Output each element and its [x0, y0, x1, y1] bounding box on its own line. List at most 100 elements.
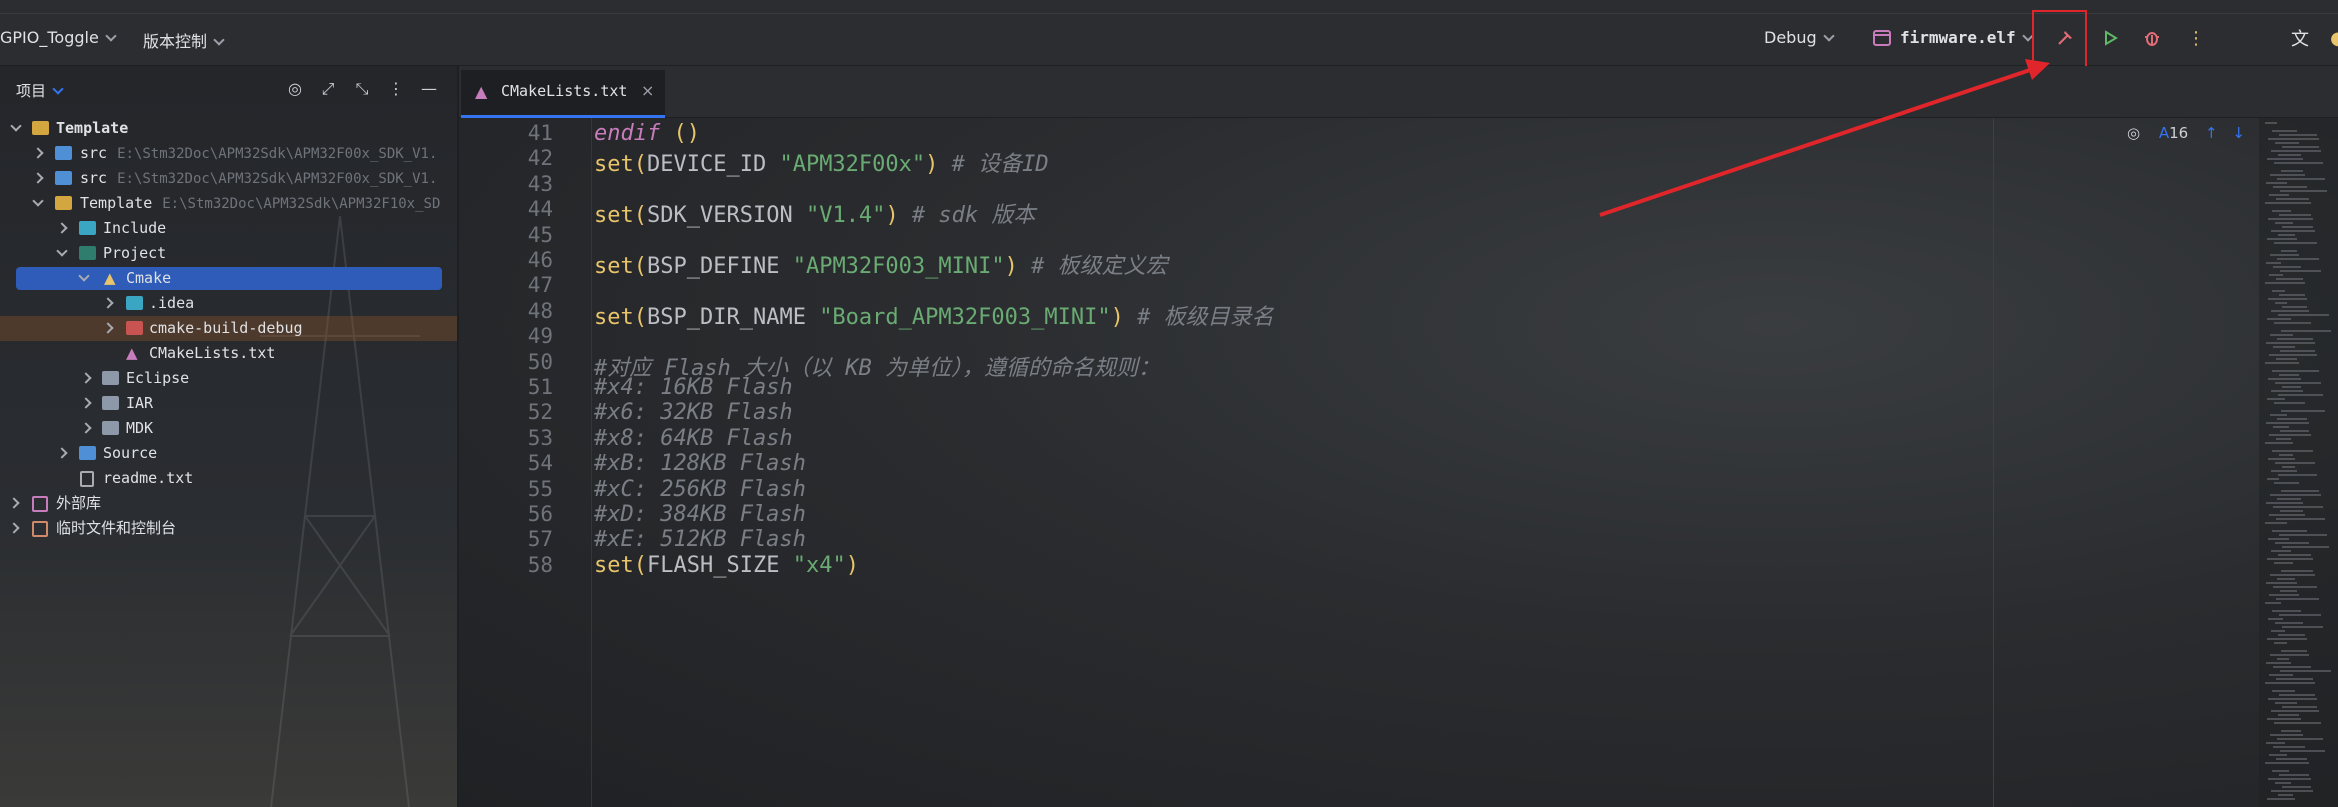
translate-icon[interactable]: 文: [2288, 26, 2312, 50]
minimap-line: [2276, 438, 2291, 440]
minimap-line: [2277, 258, 2319, 260]
minimap-line: [2269, 594, 2299, 596]
minimap-line: [2280, 270, 2321, 272]
minimap-line: [2270, 494, 2321, 496]
minimap-line: [2266, 262, 2281, 264]
expand-all-icon[interactable]: ⤢: [317, 78, 339, 100]
collapsed-arrow-icon: [32, 172, 44, 184]
minimap-line: [2279, 454, 2293, 456]
minimap-line: [2279, 374, 2299, 376]
folder-icon: [32, 121, 49, 135]
collapsed-arrow-icon: [80, 397, 92, 409]
module-folder-icon: [55, 171, 72, 185]
inspection-widget[interactable]: ◎ A16 ↑ ↓: [2127, 124, 2245, 142]
expanded-arrow-icon: [32, 195, 44, 207]
tab-label: CMakeLists.txt: [501, 82, 628, 100]
tree-item-mdk[interactable]: MDK: [0, 416, 457, 441]
minimap-line: [2269, 274, 2283, 276]
account-icon[interactable]: ●: [2326, 26, 2338, 50]
tree-item-label: 临时文件和控制台: [56, 519, 177, 537]
minimap-line: [2275, 222, 2293, 224]
tree-item-scratches[interactable]: 临时文件和控制台: [0, 516, 457, 541]
vcs-menu[interactable]: 版本控制: [143, 28, 225, 52]
minimap-line: [2278, 474, 2317, 476]
minimap-line: [2278, 634, 2305, 636]
run-config-selector[interactable]: Debug: [1764, 28, 1835, 47]
hide-panel-icon[interactable]: —: [418, 78, 440, 100]
minimap-line: [2273, 746, 2305, 748]
collapse-all-icon[interactable]: ⤡: [351, 78, 373, 100]
tree-item-src[interactable]: src E:\Stm32Doc\APM32Sdk\APM32F00x_SDK_V1…: [0, 166, 457, 191]
minimap-line: [2268, 538, 2289, 540]
tree-item-label: cmake-build-debug: [149, 319, 303, 337]
minimap-line: [2265, 122, 2277, 124]
minimap-line: [2278, 794, 2293, 796]
locate-target-icon[interactable]: ◎: [284, 78, 306, 100]
tree-item-readme[interactable]: readme.txt: [0, 466, 457, 491]
line-number: 48: [527, 298, 553, 323]
tree-item-eclipse[interactable]: Eclipse: [0, 366, 457, 391]
tree-item-project[interactable]: Project: [0, 241, 457, 266]
tree-item-source[interactable]: Source: [0, 441, 457, 466]
minimap-line: [2279, 134, 2317, 136]
code-line: set(BSP_DIR_NAME "Board_APM32F003_MINI")…: [594, 304, 1274, 330]
minimap-line: [2266, 662, 2291, 664]
minimap-line: [2278, 714, 2299, 716]
tree-item-iar[interactable]: IAR: [0, 391, 457, 416]
run-icon[interactable]: [2098, 26, 2122, 50]
minimap[interactable]: [2259, 118, 2338, 807]
code-line: #xC: 256KB Flash: [594, 476, 806, 502]
tree-item-template[interactable]: Template: [0, 116, 457, 141]
line-number: 54: [527, 451, 553, 476]
tree-item-label: Template: [56, 119, 129, 137]
chevron-down-icon: [213, 34, 225, 46]
minimap-line: [2280, 670, 2331, 672]
minimap-line: [2268, 458, 2295, 460]
minimap-line: [2272, 130, 2297, 132]
project-view-selector[interactable]: 项目: [16, 80, 64, 101]
minimap-line: [2281, 410, 2325, 412]
debug-bug-icon[interactable]: [2140, 26, 2164, 50]
collapsed-arrow-icon: [8, 497, 20, 509]
collapsed-arrow-icon: [8, 522, 20, 534]
minimap-line: [2265, 282, 2305, 284]
minimap-line: [2265, 602, 2281, 604]
minimap-line: [2280, 510, 2303, 512]
tree-item-template-module[interactable]: Template E:\Stm32Doc\APM32Sdk\APM32F10x_S…: [0, 191, 457, 216]
minimap-line: [2281, 650, 2307, 652]
project-panel: 项目 ◎ ⤢ ⤡ ⋮ — Template src E:\Stm32Doc\APM…: [0, 66, 458, 807]
tree-item-cmake-selected[interactable]: ▲ Cmake: [16, 266, 442, 291]
tree-item-label: Eclipse: [126, 369, 190, 387]
line-number: 43: [527, 171, 553, 196]
minimap-line: [2277, 338, 2313, 340]
tab-cmakelists[interactable]: ▲ CMakeLists.txt ×: [461, 70, 665, 118]
tree-item-cmake-build-debug[interactable]: cmake-build-debug: [0, 316, 457, 341]
code-line: set(FLASH_SIZE "x4"): [594, 552, 859, 578]
minimap-line: [2265, 202, 2311, 204]
folder-icon: [79, 246, 96, 260]
minimap-line: [2279, 694, 2315, 696]
project-switcher[interactable]: GPIO_Toggle: [0, 28, 117, 47]
minimap-line: [2275, 542, 2309, 544]
tree-item-cmakelists[interactable]: ▲ CMakeLists.txt: [0, 341, 457, 366]
tree-item-idea[interactable]: .idea: [0, 291, 457, 316]
tree-item-src[interactable]: src E:\Stm32Doc\APM32Sdk\APM32F00x_SDK_V1…: [0, 141, 457, 166]
inspection-count: 16: [2169, 124, 2189, 142]
target-selector[interactable]: firmware.elf: [1900, 28, 2034, 47]
options-icon[interactable]: ⋮: [385, 78, 407, 100]
arrow-down-icon[interactable]: ↓: [2232, 124, 2245, 142]
collapsed-arrow-icon: [32, 147, 44, 159]
tree-item-external-libs[interactable]: 外部库: [0, 491, 457, 516]
arrow-up-icon[interactable]: ↑: [2205, 124, 2218, 142]
minimap-line: [2276, 678, 2313, 680]
line-number: 47: [527, 273, 553, 298]
close-icon[interactable]: ×: [641, 81, 654, 100]
minimap-line: [2270, 254, 2299, 256]
tree-item-include[interactable]: Include: [0, 216, 457, 241]
more-vertical-icon[interactable]: ⋮: [2184, 26, 2208, 50]
folder-icon: [102, 396, 119, 410]
minimap-line: [2273, 266, 2301, 268]
code-editor[interactable]: ◎ A16 ↑ ↓ 41 endif () 42 set(DEVICE_ID "APM…: [459, 118, 2338, 807]
code-line: #xE: 512KB Flash: [594, 527, 806, 553]
eye-hidden-icon[interactable]: ◎: [2127, 124, 2140, 142]
